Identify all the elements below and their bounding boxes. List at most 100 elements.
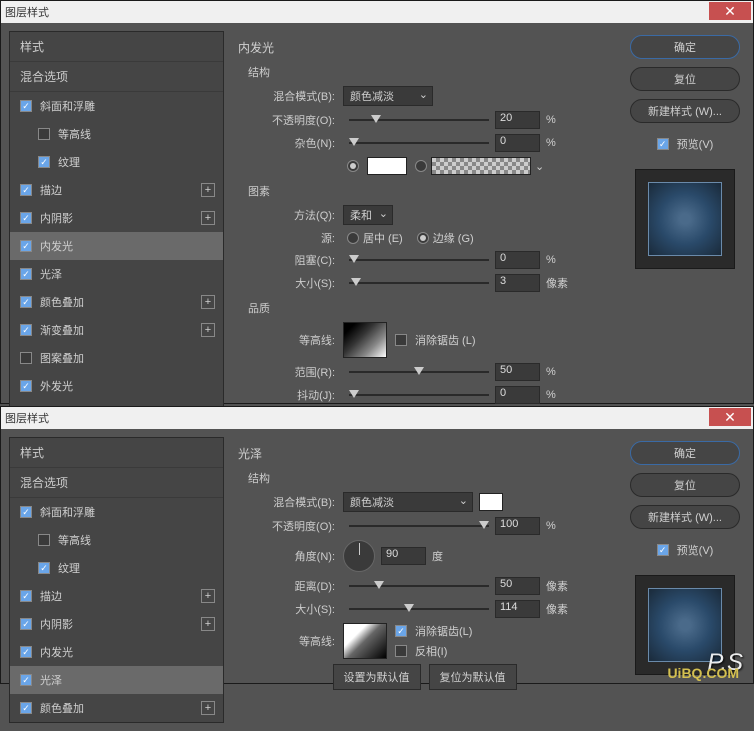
angle-dial[interactable] (343, 540, 375, 572)
new-style-button[interactable]: 新建样式 (W)... (630, 99, 740, 123)
checkbox-icon[interactable] (20, 352, 32, 364)
gradient-radio[interactable] (415, 160, 427, 172)
checkbox-icon[interactable] (20, 100, 32, 112)
preview-checkbox[interactable] (657, 138, 669, 150)
checkbox-icon[interactable] (20, 590, 32, 602)
noise-input[interactable]: 0 (495, 134, 540, 152)
angle-input[interactable]: 90 (381, 547, 426, 565)
style-texture[interactable]: 纹理 (10, 148, 223, 176)
cancel-button[interactable]: 复位 (630, 67, 740, 91)
style-gradient-overlay[interactable]: 渐变叠加+ (10, 316, 223, 344)
close-icon[interactable]: ✕ (709, 408, 751, 426)
source-edge-radio[interactable] (417, 232, 429, 244)
noise-slider[interactable] (349, 136, 489, 150)
style-inner-shadow[interactable]: 内阴影+ (10, 610, 223, 638)
checkbox-icon[interactable] (20, 212, 32, 224)
blend-options[interactable]: 混合选项 (10, 468, 223, 498)
style-bevel[interactable]: 斜面和浮雕 (10, 498, 223, 526)
ok-button[interactable]: 确定 (630, 35, 740, 59)
close-icon[interactable]: ✕ (709, 2, 751, 20)
blend-mode-dropdown[interactable]: 颜色减淡 (343, 492, 473, 512)
choke-input[interactable]: 0 (495, 251, 540, 269)
dialog-satin: 图层样式 ✕ 样式 混合选项 斜面和浮雕 等高线 纹理 描边+ 内阴影+ 内发光… (0, 406, 754, 684)
checkbox-icon[interactable] (20, 646, 32, 658)
size-slider[interactable] (349, 276, 489, 290)
checkbox-icon[interactable] (20, 184, 32, 196)
style-inner-glow[interactable]: 内发光 (10, 232, 223, 260)
plus-icon[interactable]: + (201, 701, 215, 715)
choke-slider[interactable] (349, 253, 489, 267)
distance-slider[interactable] (349, 579, 489, 593)
checkbox-icon[interactable] (20, 618, 32, 630)
plus-icon[interactable]: + (201, 323, 215, 337)
style-contour[interactable]: 等高线 (10, 526, 223, 554)
plus-icon[interactable]: + (201, 211, 215, 225)
size-slider[interactable] (349, 602, 489, 616)
checkbox-icon[interactable] (20, 702, 32, 714)
size-input[interactable]: 114 (495, 600, 540, 618)
color-swatch[interactable] (479, 493, 503, 511)
style-satin[interactable]: 光泽 (10, 666, 223, 694)
color-swatch[interactable] (367, 157, 407, 175)
opacity-input[interactable]: 100 (495, 517, 540, 535)
checkbox-icon[interactable] (38, 156, 50, 168)
set-default-button[interactable]: 设置为默认值 (333, 664, 421, 690)
style-texture[interactable]: 纹理 (10, 554, 223, 582)
plus-icon[interactable]: + (201, 183, 215, 197)
checkbox-icon[interactable] (20, 268, 32, 280)
invert-checkbox[interactable] (395, 645, 407, 657)
checkbox-icon[interactable] (20, 506, 32, 518)
styles-header[interactable]: 样式 (10, 438, 223, 468)
opacity-label: 不透明度(O): (258, 518, 343, 534)
jitter-label: 抖动(J): (258, 387, 343, 403)
styles-header[interactable]: 样式 (10, 32, 223, 62)
size-input[interactable]: 3 (495, 274, 540, 292)
source-center-radio[interactable] (347, 232, 359, 244)
style-outer-glow[interactable]: 外发光 (10, 372, 223, 400)
preview-checkbox[interactable] (657, 544, 669, 556)
jitter-input[interactable]: 0 (495, 386, 540, 404)
new-style-button[interactable]: 新建样式 (W)... (630, 505, 740, 529)
opacity-input[interactable]: 20 (495, 111, 540, 129)
style-inner-shadow[interactable]: 内阴影+ (10, 204, 223, 232)
checkbox-icon[interactable] (38, 534, 50, 546)
opacity-slider[interactable] (349, 519, 489, 533)
style-color-overlay[interactable]: 颜色叠加+ (10, 694, 223, 722)
checkbox-icon[interactable] (20, 296, 32, 308)
contour-picker[interactable] (343, 623, 387, 659)
method-dropdown[interactable]: 柔和 (343, 205, 393, 225)
blend-options[interactable]: 混合选项 (10, 62, 223, 92)
contour-picker[interactable] (343, 322, 387, 358)
style-contour[interactable]: 等高线 (10, 120, 223, 148)
style-color-overlay[interactable]: 颜色叠加+ (10, 288, 223, 316)
titlebar: 图层样式 ✕ (1, 1, 753, 23)
gradient-swatch[interactable] (431, 157, 531, 175)
antialias-checkbox[interactable] (395, 625, 407, 637)
checkbox-icon[interactable] (20, 240, 32, 252)
style-pattern-overlay[interactable]: 图案叠加 (10, 344, 223, 372)
style-stroke[interactable]: 描边+ (10, 176, 223, 204)
checkbox-icon[interactable] (20, 674, 32, 686)
opacity-slider[interactable] (349, 113, 489, 127)
checkbox-icon[interactable] (20, 380, 32, 392)
plus-icon[interactable]: + (201, 589, 215, 603)
style-satin[interactable]: 光泽 (10, 260, 223, 288)
checkbox-icon[interactable] (38, 128, 50, 140)
range-input[interactable]: 50 (495, 363, 540, 381)
distance-input[interactable]: 50 (495, 577, 540, 595)
style-stroke[interactable]: 描边+ (10, 582, 223, 610)
antialias-checkbox[interactable] (395, 334, 407, 346)
plus-icon[interactable]: + (201, 295, 215, 309)
checkbox-icon[interactable] (20, 324, 32, 336)
reset-default-button[interactable]: 复位为默认值 (429, 664, 517, 690)
jitter-slider[interactable] (349, 388, 489, 402)
style-inner-glow[interactable]: 内发光 (10, 638, 223, 666)
ok-button[interactable]: 确定 (630, 441, 740, 465)
style-bevel[interactable]: 斜面和浮雕 (10, 92, 223, 120)
blend-mode-dropdown[interactable]: 颜色减淡 (343, 86, 433, 106)
color-radio[interactable] (347, 160, 359, 172)
plus-icon[interactable]: + (201, 617, 215, 631)
cancel-button[interactable]: 复位 (630, 473, 740, 497)
checkbox-icon[interactable] (38, 562, 50, 574)
range-slider[interactable] (349, 365, 489, 379)
